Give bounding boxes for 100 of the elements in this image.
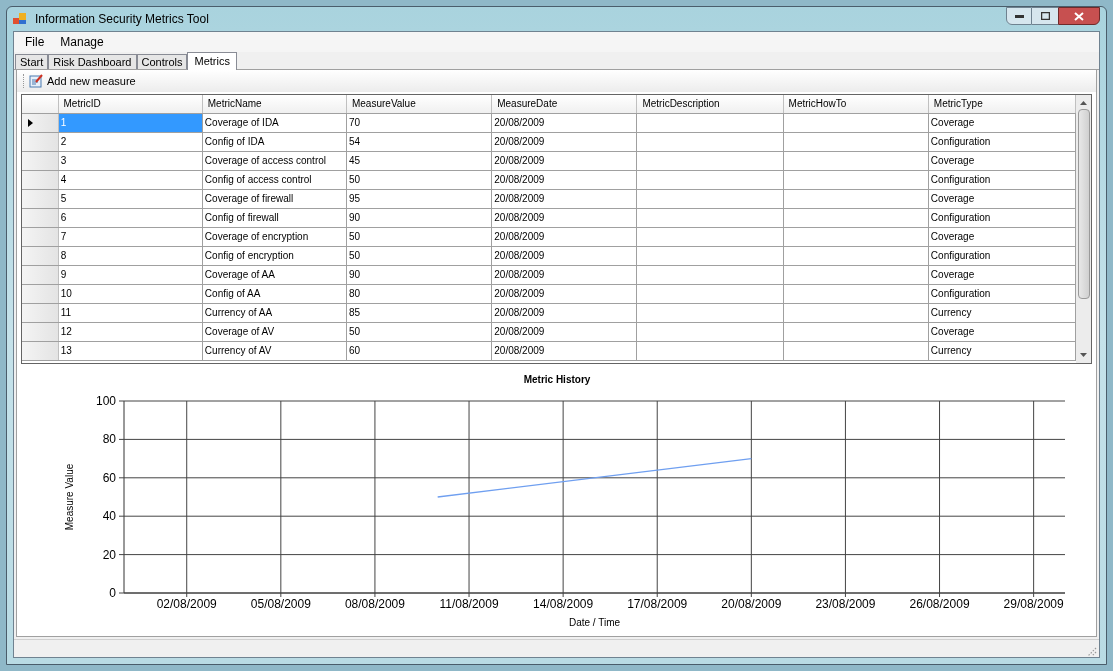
- scroll-up-icon: [1080, 101, 1087, 105]
- table-cell: Coverage of access control: [202, 152, 348, 170]
- table-cell: Config of firewall: [202, 209, 348, 227]
- x-tick-label: 29/08/2009: [1003, 597, 1064, 611]
- x-tick-label: 23/08/2009: [815, 597, 876, 611]
- y-tick-label: 60: [102, 470, 116, 485]
- x-tick-label: 08/08/2009: [344, 597, 405, 611]
- table-cell: 54: [347, 133, 493, 151]
- vertical-scrollbar[interactable]: [1076, 95, 1091, 363]
- table-cell: 70: [347, 114, 493, 132]
- table-cell: 20/08/2009: [492, 209, 638, 227]
- table-cell: 20/08/2009: [492, 342, 638, 360]
- table-cell: 7: [58, 228, 203, 246]
- table-cell: 2: [58, 133, 203, 151]
- table-cell: 20/08/2009: [492, 171, 638, 189]
- current-row-icon: [28, 119, 33, 127]
- x-tick-label: 26/08/2009: [909, 597, 970, 611]
- table-cell: Currency of AV: [202, 342, 348, 360]
- column-header[interactable]: MetricID: [58, 95, 203, 113]
- maximize-button[interactable]: [1032, 7, 1058, 25]
- table-cell: 50: [347, 247, 493, 265]
- table-cell: Coverage of AA: [202, 266, 348, 284]
- close-icon: [1074, 11, 1084, 21]
- tab[interactable]: Metrics: [187, 52, 237, 70]
- table-cell: 6: [58, 209, 203, 227]
- table-cell: 1: [58, 114, 203, 132]
- table-cell: 90: [347, 266, 493, 284]
- column-header[interactable]: MeasureValue: [346, 95, 493, 113]
- table-cell: 90: [347, 209, 493, 227]
- column-header[interactable]: MetricDescription: [637, 95, 784, 113]
- table-cell: Config of IDA: [202, 133, 348, 151]
- tab[interactable]: Risk Dashboard: [48, 54, 137, 69]
- minimize-icon: [1014, 14, 1024, 18]
- menu-item[interactable]: File: [18, 33, 52, 51]
- maximize-icon: [1040, 12, 1050, 20]
- table-cell: Config of AA: [202, 285, 348, 303]
- table-cell: Currency of AA: [202, 304, 348, 322]
- app-icon: [13, 13, 27, 25]
- x-tick-label: 11/08/2009: [439, 597, 499, 611]
- y-tick-label: 100: [95, 394, 116, 408]
- table-cell: 20/08/2009: [492, 304, 638, 322]
- y-axis-title: Measure Value: [64, 463, 75, 531]
- table-cell: 85: [347, 304, 493, 322]
- minimize-button[interactable]: [1006, 7, 1032, 25]
- close-button[interactable]: [1058, 7, 1100, 25]
- table-cell: 20/08/2009: [492, 133, 638, 151]
- table-cell: 20/08/2009: [492, 228, 638, 246]
- table-cell: 9: [58, 266, 203, 284]
- table-cell: 50: [347, 171, 493, 189]
- menu-item[interactable]: Manage: [53, 33, 111, 51]
- table-cell: 20/08/2009: [492, 323, 638, 341]
- table-cell: 3: [58, 152, 203, 170]
- table-cell: 12: [58, 323, 203, 341]
- table-cell: 11: [58, 304, 203, 322]
- tab[interactable]: Start: [15, 54, 49, 69]
- table-cell: Config of encryption: [202, 247, 348, 265]
- window-title: Information Security Metrics Tool: [35, 11, 209, 28]
- table-cell: 20/08/2009: [492, 266, 638, 284]
- table-cell: 50: [347, 323, 493, 341]
- table-cell: 20/08/2009: [492, 285, 638, 303]
- y-tick-label: 80: [102, 432, 116, 447]
- edit-form-icon: [29, 74, 43, 88]
- table-cell: Coverage of firewall: [202, 190, 348, 208]
- column-header[interactable]: MetricHowTo: [783, 95, 929, 113]
- table-cell: 45: [347, 152, 493, 170]
- table-cell: 8: [58, 247, 203, 265]
- add-measure-button[interactable]: Add new measure: [29, 72, 136, 90]
- table-cell: 20/08/2009: [492, 152, 638, 170]
- table-cell: 50: [347, 228, 493, 246]
- table-cell: 20/08/2009: [492, 114, 638, 132]
- table-cell: 5: [58, 190, 203, 208]
- table-cell: Config of access control: [202, 171, 348, 189]
- x-tick-label: 05/08/2009: [250, 597, 311, 611]
- x-tick-label: 20/08/2009: [721, 597, 782, 611]
- table-cell: 20/08/2009: [492, 247, 638, 265]
- column-header[interactable]: MeasureDate: [492, 95, 638, 113]
- x-tick-label: 17/08/2009: [627, 597, 688, 611]
- table-cell: 60: [347, 342, 493, 360]
- table-cell: 10: [58, 285, 203, 303]
- row-header[interactable]: [22, 114, 59, 132]
- table-cell: Coverage of IDA: [202, 114, 348, 132]
- y-tick-label: 0: [109, 586, 116, 600]
- column-header[interactable]: MetricName: [202, 95, 347, 113]
- tab[interactable]: Controls: [136, 54, 188, 69]
- table-cell: 80: [347, 285, 493, 303]
- x-tick-label: 02/08/2009: [156, 597, 217, 611]
- scrollbar-thumb[interactable]: [1077, 109, 1090, 299]
- table-cell: Coverage of AV: [202, 323, 348, 341]
- x-axis-title: Date / Time: [568, 617, 621, 628]
- chart-title: Metric History: [523, 374, 591, 385]
- y-tick-label: 20: [102, 547, 116, 562]
- table-cell: 95: [347, 190, 493, 208]
- table-cell: 4: [58, 171, 203, 189]
- table-cell: 20/08/2009: [492, 190, 638, 208]
- x-tick-label: 14/08/2009: [533, 597, 594, 611]
- y-tick-label: 40: [102, 509, 116, 524]
- table-cell: 13: [58, 342, 203, 360]
- table-cell: Coverage of encryption: [202, 228, 348, 246]
- resize-grip-icon: [1087, 647, 1097, 657]
- scroll-down-icon: [1080, 353, 1087, 357]
